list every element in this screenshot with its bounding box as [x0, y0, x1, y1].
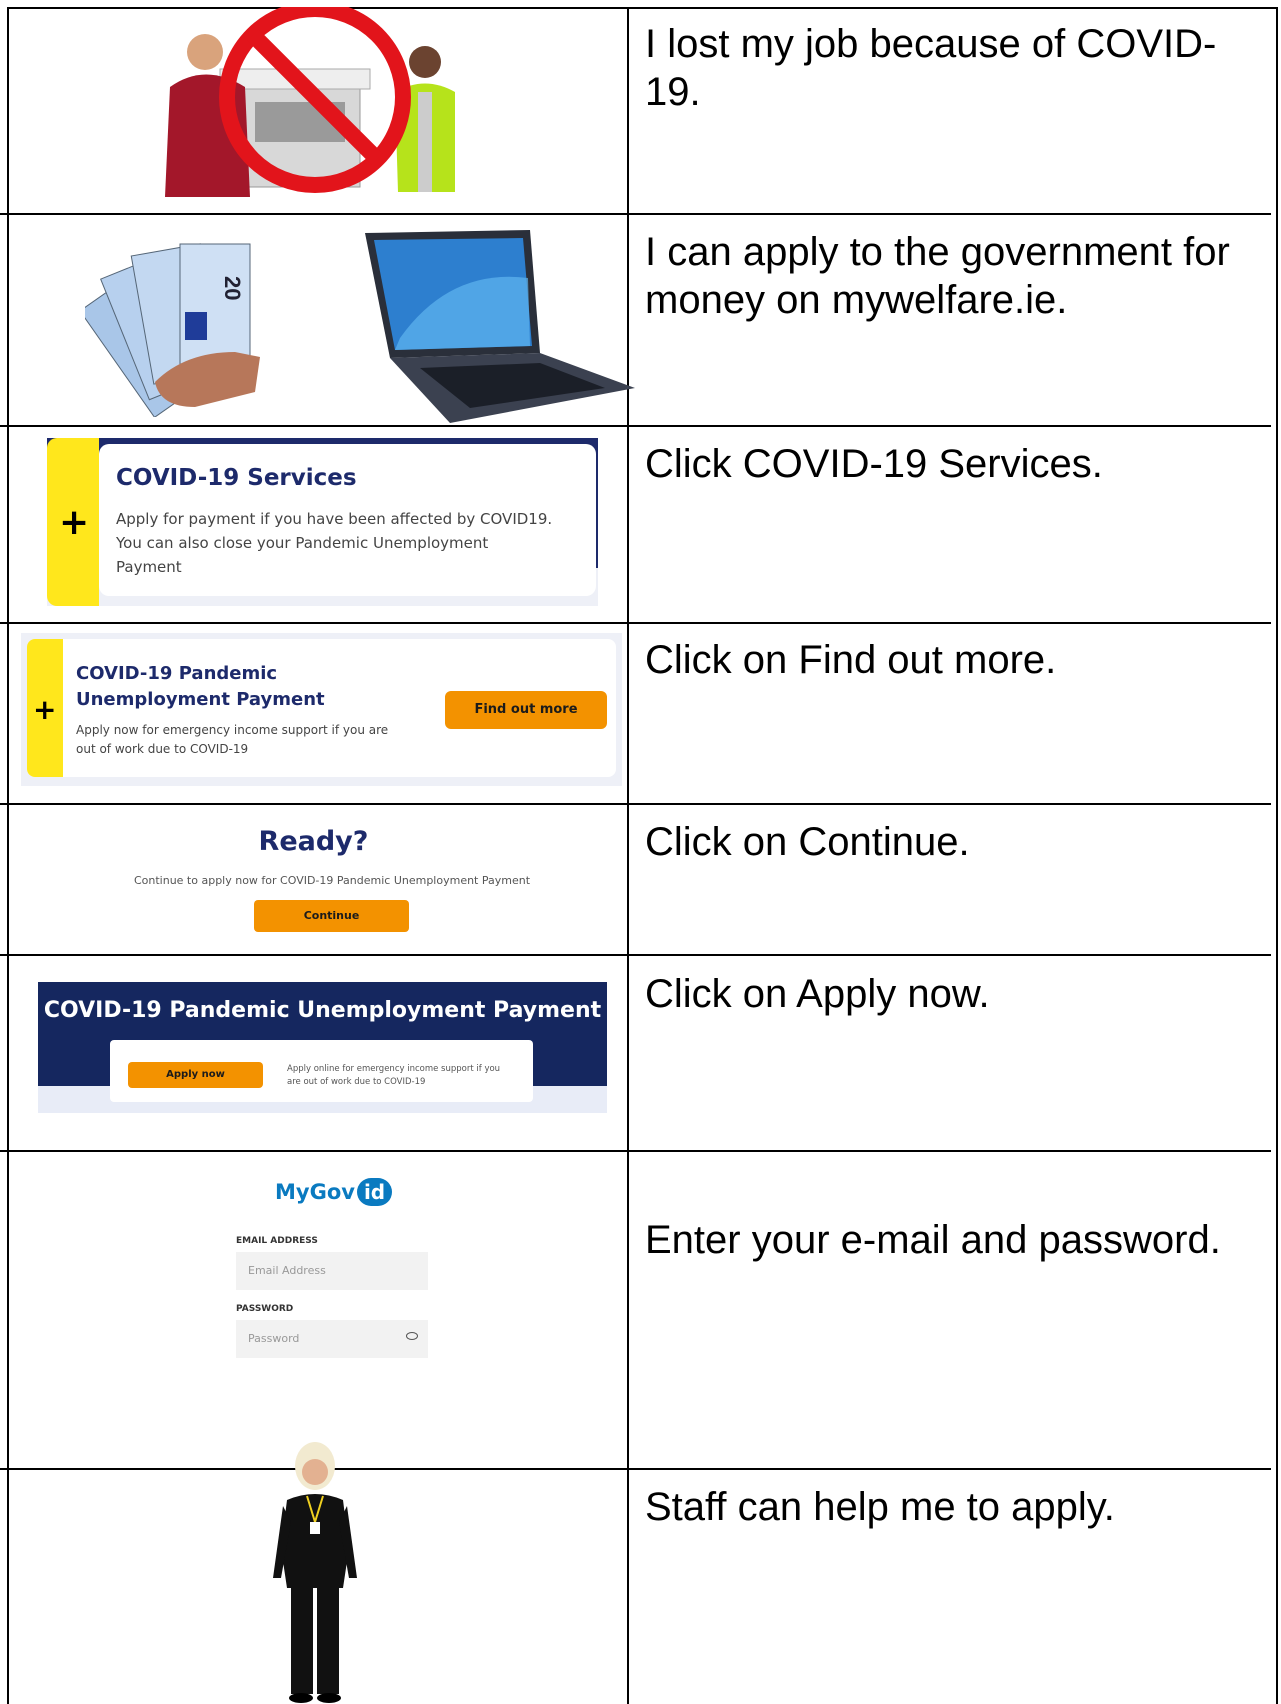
- row-7-text: Enter your e-mail and password.: [645, 1218, 1221, 1262]
- plus-icon: +: [59, 502, 90, 543]
- row-5-text: Click on Continue.: [645, 820, 970, 864]
- pup-title-1: COVID-19 Pandemic: [76, 663, 278, 684]
- row-divider: [0, 425, 1271, 427]
- row-2-text: I can apply to the government for money …: [645, 230, 1230, 322]
- card-line-1: Apply for payment if you have been affec…: [116, 510, 553, 528]
- row-divider: [0, 803, 1271, 805]
- email-field[interactable]: Email Address: [236, 1252, 428, 1290]
- row-3-text: Click COVID-19 Services.: [645, 442, 1103, 486]
- pup-title-2: Unemployment Payment: [76, 689, 325, 710]
- password-placeholder: Password: [248, 1332, 300, 1345]
- row-divider: [0, 954, 1271, 956]
- apply-desc-2: are out of work due to COVID-19: [287, 1077, 426, 1087]
- staff-person-illustration: [273, 1442, 357, 1703]
- apply-banner: COVID-19 Pandemic Unemployment Payment A…: [38, 982, 607, 1113]
- apply-banner-title: COVID-19 Pandemic Unemployment Payment: [43, 998, 602, 1023]
- lost-job-illustration: [165, 7, 455, 197]
- email-label: EMAIL ADDRESS: [236, 1236, 318, 1246]
- row-1-text: I lost my job because of COVID-19.: [645, 22, 1217, 114]
- row-8-text: Staff can help me to apply.: [645, 1485, 1115, 1529]
- password-label: PASSWORD: [236, 1304, 294, 1314]
- find-out-more-button[interactable]: Find out more: [445, 691, 607, 729]
- mygovid-badge: id: [356, 1178, 393, 1206]
- covid-services-card[interactable]: + COVID-19 Services Apply for payment if…: [47, 438, 598, 606]
- row-divider: [0, 622, 1271, 624]
- pup-desc-2: out of work due to COVID-19: [76, 742, 249, 756]
- eye-icon[interactable]: [406, 1332, 418, 1340]
- row-divider: [0, 1468, 1271, 1470]
- money-icon: 20: [85, 243, 260, 417]
- laptop-icon: [365, 230, 635, 423]
- continue-button[interactable]: Continue: [254, 900, 409, 932]
- banknote-value: 20: [220, 276, 245, 300]
- mygovid-logo: MyGov id: [275, 1178, 393, 1206]
- card-line-2: You can also close your Pandemic Unemplo…: [116, 534, 489, 552]
- row-divider: [0, 213, 1271, 215]
- apply-desc-1: Apply online for emergency income suppor…: [287, 1064, 501, 1074]
- password-field[interactable]: Password: [236, 1320, 428, 1358]
- card-title: COVID-19 Services: [116, 465, 357, 491]
- pup-card: + COVID-19 Pandemic Unemployment Payment…: [21, 633, 622, 786]
- row-divider: [0, 1150, 1271, 1152]
- card-line-3: Payment: [116, 558, 182, 576]
- row-4-text: Click on Find out more.: [645, 638, 1057, 682]
- apply-now-button[interactable]: Apply now: [128, 1062, 263, 1088]
- pup-desc-1: Apply now for emergency income support i…: [76, 723, 389, 737]
- ready-title: Ready?: [258, 826, 369, 857]
- mygovid-logo-text: MyGov: [275, 1180, 355, 1204]
- row-6-text: Click on Apply now.: [645, 972, 990, 1016]
- ready-desc: Continue to apply now for COVID-19 Pande…: [133, 874, 531, 887]
- plus-icon: +: [33, 693, 57, 726]
